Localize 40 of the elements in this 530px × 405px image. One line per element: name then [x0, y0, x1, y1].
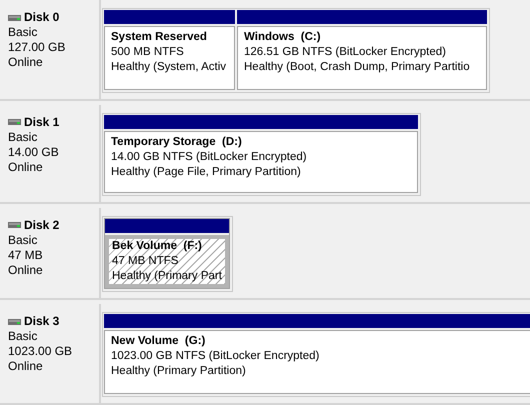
- partition[interactable]: Windows (C:) 126.51 GB NTFS (BitLocker Encrypted) Healthy (Boot, Crash Dump, Primary Partitio: [237, 26, 487, 90]
- disk-name: Disk 1: [24, 114, 60, 130]
- volume-label: Temporary Storage (D:): [111, 134, 243, 150]
- volume-label: Windows (C:): [244, 30, 322, 45]
- disk-name: Disk 0: [24, 10, 60, 25]
- volume-label: Bek Volume (F:): [112, 238, 203, 254]
- disk-name: Disk 2: [24, 218, 60, 233]
- volume-health: Healthy (Primary Partition): [111, 364, 247, 380]
- partition[interactable]: System Reserved 500 MB NTFS Healthy (System, Activ: [104, 26, 235, 90]
- disk-type: Basic: [8, 130, 38, 145]
- disk-status: Online: [8, 160, 44, 175]
- volume-filesystem: 47 MB NTFS: [112, 254, 180, 269]
- disk-icon: [8, 222, 21, 228]
- volume-health: Healthy (Primary Part: [112, 268, 222, 284]
- volume-health: Healthy (Page File, Primary Partition): [111, 164, 302, 180]
- partition[interactable]: Bek Volume (F:) 47 MB NTFS Healthy (Primary Part: [105, 234, 229, 288]
- disk-type: Basic: [8, 329, 38, 344]
- disk-status: Online: [8, 55, 44, 70]
- disk-status: Online: [8, 359, 44, 374]
- disk-status: Online: [8, 262, 44, 278]
- volume-health: Healthy (Boot, Crash Dump, Primary Partitio: [244, 60, 471, 75]
- disk-icon: [8, 318, 21, 325]
- disk-type: Basic: [8, 232, 38, 248]
- volume-filesystem: 500 MB NTFS: [111, 45, 185, 60]
- volume-label: New Volume (G:): [111, 334, 206, 350]
- disk-name: Disk 3: [24, 314, 60, 330]
- disk-size: 14.00 GB: [8, 144, 60, 160]
- partition[interactable]: Temporary Storage (D:) 14.00 GB NTFS (BitLocker Encrypted) Healthy (Page File, Primary Partition): [104, 130, 418, 193]
- disk-type: Basic: [8, 25, 38, 40]
- partition[interactable]: New Volume (G:) 1023.00 GB NTFS (BitLocker Encrypted) Healthy (Primary Partition): [104, 330, 530, 394]
- volume-health: Healthy (System, Activ: [111, 60, 228, 75]
- disk-size: 47 MB: [8, 248, 44, 263]
- volume-filesystem: 1023.00 GB NTFS (BitLocker Encrypted): [111, 349, 320, 364]
- disk-icon: [8, 14, 21, 20]
- volume-label: System Reserved: [111, 30, 208, 45]
- disk-size: 1023.00 GB: [8, 344, 74, 360]
- disk-size: 127.00 GB: [8, 40, 66, 55]
- disk-icon: [8, 119, 21, 126]
- volume-filesystem: 14.00 GB NTFS (BitLocker Encrypted): [111, 150, 308, 165]
- volume-filesystem: 126.51 GB NTFS (BitLocker Encrypted): [244, 45, 447, 60]
